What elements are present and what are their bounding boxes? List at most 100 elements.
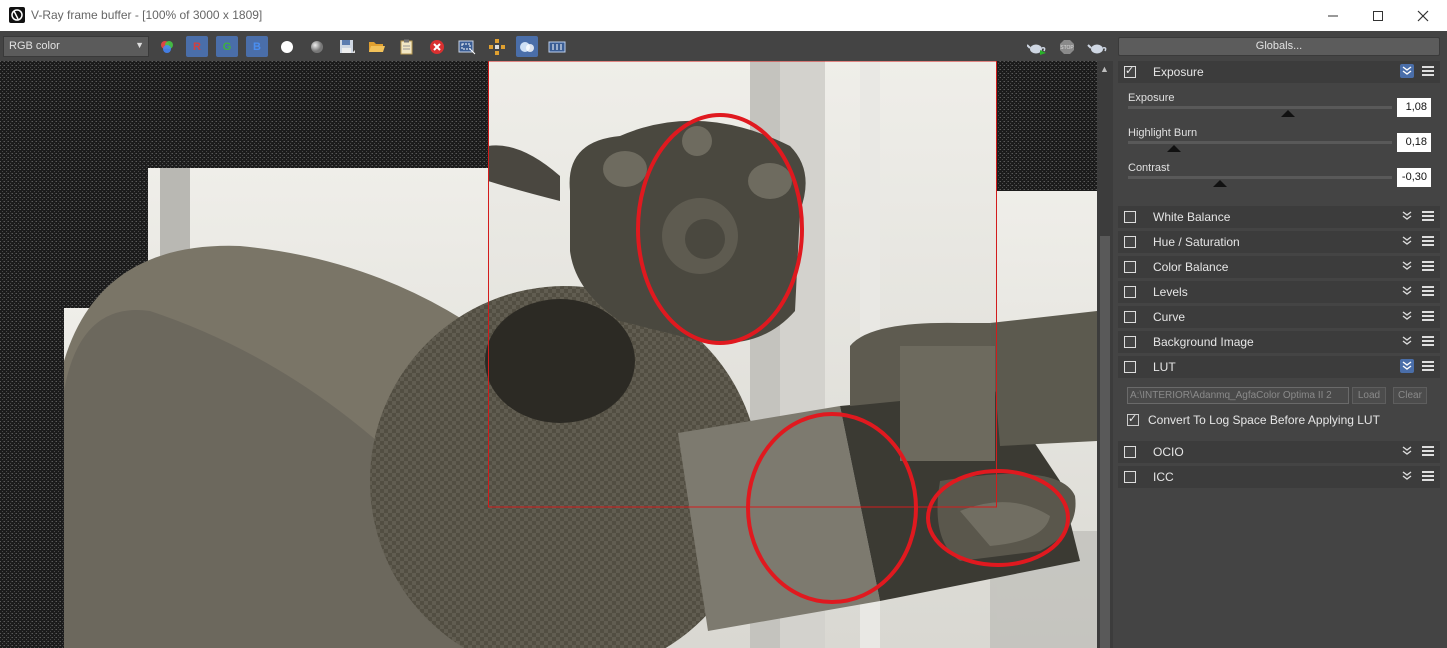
section-label: Color Balance: [1153, 260, 1229, 274]
window-title: V-Ray frame buffer - [100% of 3000 x 180…: [31, 8, 263, 22]
background-image-checkbox[interactable]: [1124, 336, 1136, 348]
color-balance-checkbox[interactable]: [1124, 261, 1136, 273]
hamburger-menu-icon[interactable]: [1422, 235, 1434, 247]
minimize-button[interactable]: [1310, 0, 1356, 31]
hamburger-menu-icon[interactable]: [1422, 310, 1434, 322]
white-circle-icon[interactable]: [276, 36, 298, 57]
levels-checkbox[interactable]: [1124, 286, 1136, 298]
section-icc[interactable]: ICC: [1118, 466, 1440, 488]
gray-circle-icon[interactable]: [306, 36, 328, 57]
exposure-checkbox[interactable]: [1124, 64, 1136, 78]
contrast-slider-thumb[interactable]: [1213, 180, 1227, 187]
scroll-up-icon[interactable]: ▲: [1100, 64, 1109, 74]
highlight-burn-slider-thumb[interactable]: [1167, 145, 1181, 152]
section-background-image[interactable]: Background Image: [1118, 331, 1440, 353]
globals-button[interactable]: Globals...: [1118, 37, 1440, 56]
highlight-burn-slider-track[interactable]: [1128, 141, 1392, 144]
exposure-slider-label: Exposure: [1128, 92, 1175, 104]
highlight-burn-value-input[interactable]: 0,18: [1397, 133, 1431, 152]
chevron-double-down-icon[interactable]: [1400, 309, 1414, 323]
chevron-double-down-icon[interactable]: [1400, 234, 1414, 248]
section-label: White Balance: [1153, 210, 1231, 224]
curve-checkbox[interactable]: [1124, 311, 1136, 323]
color-corrections-panel: Globals... Exposure Exposure 1,08 Highli…: [1113, 31, 1447, 648]
hamburger-menu-icon[interactable]: [1422, 285, 1434, 297]
convert-log-label: Convert To Log Space Before Applying LUT: [1148, 413, 1380, 427]
render-last-icon[interactable]: [1086, 36, 1108, 57]
green-channel-button[interactable]: G: [216, 36, 238, 57]
hamburger-menu-icon[interactable]: [1422, 360, 1434, 372]
lut-path-input[interactable]: A:\INTERIOR\Adanmq_AgfaColor Optima II 2: [1127, 387, 1349, 404]
save-icon[interactable]: [336, 36, 358, 57]
exposure-value-input[interactable]: 1,08: [1397, 98, 1431, 117]
hamburger-menu-icon[interactable]: [1422, 65, 1434, 77]
contrast-slider-label: Contrast: [1128, 162, 1170, 174]
contrast-value-input[interactable]: -0,30: [1397, 168, 1431, 187]
chevron-double-down-icon[interactable]: [1400, 334, 1414, 348]
load-lut-button[interactable]: Load: [1352, 387, 1386, 404]
section-white-balance[interactable]: White Balance: [1118, 206, 1440, 228]
svg-text:STOP: STOP: [1060, 45, 1074, 51]
section-ocio[interactable]: OCIO: [1118, 441, 1440, 463]
section-label: Background Image: [1153, 335, 1254, 349]
section-label: LUT: [1153, 360, 1176, 374]
chevron-double-down-icon[interactable]: [1400, 359, 1414, 373]
chevron-double-down-icon[interactable]: [1400, 209, 1414, 223]
region-icon[interactable]: [456, 36, 478, 57]
highlight-burn-slider-label: Highlight Burn: [1128, 127, 1198, 139]
track-icon[interactable]: [486, 36, 508, 57]
clear-lut-button[interactable]: Clear: [1393, 387, 1427, 404]
section-color-balance[interactable]: Color Balance: [1118, 256, 1440, 278]
chevron-double-down-icon[interactable]: [1400, 284, 1414, 298]
stop-icon[interactable]: STOP: [1056, 36, 1078, 57]
channel-select[interactable]: RGB color ▼: [3, 36, 149, 57]
color-wheel-icon[interactable]: [156, 36, 178, 57]
section-label: Curve: [1153, 310, 1186, 324]
icc-checkbox[interactable]: [1124, 471, 1136, 483]
hamburger-menu-icon[interactable]: [1422, 260, 1434, 272]
hamburger-menu-icon[interactable]: [1422, 445, 1434, 457]
history-icon[interactable]: [546, 36, 568, 57]
contrast-slider-track[interactable]: [1128, 176, 1392, 179]
hamburger-menu-icon[interactable]: [1422, 210, 1434, 222]
convert-log-checkbox[interactable]: [1127, 412, 1139, 426]
section-exposure[interactable]: Exposure: [1118, 61, 1440, 83]
close-button[interactable]: [1400, 0, 1446, 31]
chevron-down-icon: ▼: [135, 40, 144, 50]
chevron-double-down-icon[interactable]: [1400, 469, 1414, 483]
red-channel-button[interactable]: R: [186, 36, 208, 57]
section-label: OCIO: [1153, 445, 1184, 459]
section-label: Levels: [1153, 285, 1188, 299]
chevron-double-down-icon[interactable]: [1400, 259, 1414, 273]
section-levels[interactable]: Levels: [1118, 281, 1440, 303]
section-lut[interactable]: LUT: [1118, 356, 1440, 378]
ocio-checkbox[interactable]: [1124, 446, 1136, 458]
lens-effects-icon[interactable]: [516, 36, 538, 57]
exposure-slider-track[interactable]: [1128, 106, 1392, 109]
clipboard-icon[interactable]: [396, 36, 418, 57]
scrollbar-thumb[interactable]: [1100, 236, 1110, 648]
vertical-scrollbar[interactable]: ▲: [1097, 61, 1113, 648]
title-bar: V-Ray frame buffer - [100% of 3000 x 180…: [0, 0, 1447, 31]
section-hue-saturation[interactable]: Hue / Saturation: [1118, 231, 1440, 253]
white-balance-checkbox[interactable]: [1124, 211, 1136, 223]
blue-channel-button[interactable]: B: [246, 36, 268, 57]
render-viewport[interactable]: [0, 61, 1097, 648]
section-label: ICC: [1153, 470, 1174, 484]
channel-select-value: RGB color: [9, 40, 60, 52]
exposure-slider-thumb[interactable]: [1281, 110, 1295, 117]
toolbar: RGB color ▼ R G B STOP: [0, 31, 1113, 61]
section-curve[interactable]: Curve: [1118, 306, 1440, 328]
hue-saturation-checkbox[interactable]: [1124, 236, 1136, 248]
rendered-image: [0, 61, 1097, 648]
chevron-double-down-icon[interactable]: [1400, 444, 1414, 458]
section-label: Exposure: [1153, 65, 1204, 79]
lut-checkbox[interactable]: [1124, 361, 1136, 373]
clear-icon[interactable]: [426, 36, 448, 57]
hamburger-menu-icon[interactable]: [1422, 335, 1434, 347]
render-teapot-icon[interactable]: [1026, 36, 1048, 57]
chevron-double-down-icon[interactable]: [1400, 64, 1414, 78]
maximize-button[interactable]: [1355, 0, 1401, 31]
hamburger-menu-icon[interactable]: [1422, 470, 1434, 482]
open-folder-icon[interactable]: [366, 36, 388, 57]
